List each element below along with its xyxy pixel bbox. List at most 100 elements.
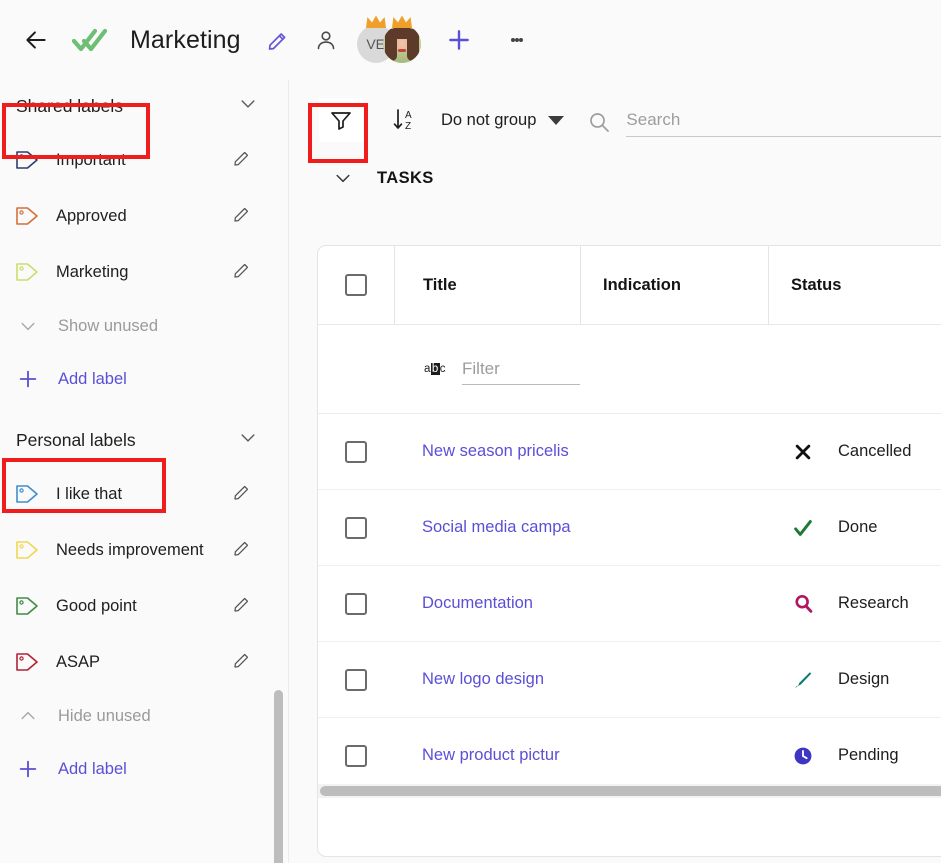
back-arrow-icon[interactable] <box>18 22 54 58</box>
edit-label-pencil-icon[interactable] <box>232 260 252 285</box>
show-unused-shared-toggle[interactable]: Show unused <box>0 300 288 352</box>
table-row[interactable]: Social media campa Done <box>318 490 941 566</box>
group-by-dropdown[interactable]: Do not group <box>441 111 565 130</box>
label-name: I like that <box>56 484 123 503</box>
hide-unused-personal-toggle[interactable]: Hide unused <box>0 690 288 742</box>
sort-az-button[interactable]: A Z <box>387 102 423 138</box>
search-box[interactable]: Search <box>584 104 941 137</box>
chevron-down-icon[interactable] <box>238 94 258 119</box>
label-name: Good point <box>56 596 137 615</box>
row-title-cell[interactable]: Social media campa <box>394 490 580 565</box>
avatar[interactable] <box>382 15 421 63</box>
row-indication-cell[interactable] <box>580 642 768 717</box>
column-header-status[interactable]: Status <box>768 246 941 324</box>
sidebar-item-marketing[interactable]: Marketing <box>0 244 288 300</box>
row-status-cell[interactable]: Done <box>768 490 941 565</box>
add-personal-label-button[interactable]: Add label <box>0 742 288 796</box>
table-horizontal-scrollbar[interactable] <box>318 784 941 798</box>
filter-button[interactable] <box>319 98 363 142</box>
label-name: Approved <box>56 206 127 225</box>
more-options-kebab-icon[interactable] <box>503 24 531 56</box>
row-checkbox[interactable] <box>345 516 367 539</box>
sidebar-vertical-scrollbar[interactable] <box>274 690 283 863</box>
search-input[interactable]: Search <box>626 104 941 137</box>
row-indication-cell[interactable] <box>580 414 768 489</box>
row-indication-cell[interactable] <box>580 718 768 793</box>
title-filter-input[interactable]: Filter <box>462 354 580 385</box>
row-checkbox[interactable] <box>345 592 367 615</box>
select-all-checkbox[interactable] <box>345 274 367 296</box>
tasks-toolbar: A Z Do not group Search <box>289 80 941 160</box>
select-all-cell[interactable] <box>318 246 394 324</box>
table-row[interactable]: New season pricelis Cancelled <box>318 414 941 490</box>
row-checkbox[interactable] <box>345 440 367 463</box>
row-indication-cell[interactable] <box>580 566 768 641</box>
table-row[interactable]: New product pictur Pending <box>318 718 941 794</box>
funnel-filter-icon <box>331 112 351 130</box>
table-row[interactable]: New logo design Design <box>318 642 941 718</box>
status-value: Research <box>838 594 909 612</box>
edit-label-pencil-icon[interactable] <box>232 204 252 229</box>
row-status-cell[interactable]: Design <box>768 642 941 717</box>
edit-label-pencil-icon[interactable] <box>232 148 252 173</box>
show-unused-label: Show unused <box>58 316 158 335</box>
edit-title-pencil-icon[interactable] <box>263 25 293 55</box>
table-header-row: Title Indication Status <box>318 246 941 325</box>
row-title-cell[interactable]: Documentation <box>394 566 580 641</box>
sidebar-item-important[interactable]: Important <box>0 132 288 188</box>
label-name: ASAP <box>56 652 101 671</box>
task-title-link[interactable]: Documentation <box>422 594 533 613</box>
edit-label-pencil-icon[interactable] <box>232 482 252 507</box>
task-title-link[interactable]: Social media campa <box>422 518 571 537</box>
column-header-title[interactable]: Title <box>394 246 580 324</box>
person-icon[interactable] <box>311 25 341 55</box>
row-select-cell[interactable] <box>318 566 394 641</box>
search-icon <box>790 591 816 617</box>
row-title-cell[interactable]: New season pricelis <box>394 414 580 489</box>
sidebar-section-personal-labels[interactable]: Personal labels <box>0 414 288 466</box>
add-member-plus-icon[interactable] <box>443 24 475 56</box>
label-tag-icon <box>12 591 42 621</box>
tasks-table: Title Indication Status abc Filter New s… <box>317 245 941 857</box>
title-filter-cell[interactable]: abc Filter <box>394 325 580 413</box>
status-filter-cell[interactable] <box>768 325 941 413</box>
edit-label-pencil-icon[interactable] <box>232 594 252 619</box>
row-select-cell[interactable] <box>318 490 394 565</box>
sidebar-item-approved[interactable]: Approved <box>0 188 288 244</box>
row-select-cell[interactable] <box>318 718 394 793</box>
table-row[interactable]: Documentation Research <box>318 566 941 642</box>
row-status-cell[interactable]: Research <box>768 566 941 641</box>
column-header-indication[interactable]: Indication <box>580 246 768 324</box>
sidebar-item-needs-improvement[interactable]: Needs improvement <box>0 522 288 578</box>
check-icon <box>790 515 816 541</box>
sidebar-item-asap[interactable]: ASAP <box>0 634 288 690</box>
row-title-cell[interactable]: New product pictur <box>394 718 580 793</box>
task-title-link[interactable]: New product pictur <box>422 746 560 765</box>
row-indication-cell[interactable] <box>580 490 768 565</box>
tasks-section-header[interactable]: TASKS <box>289 168 434 188</box>
page-title: Marketing <box>130 25 241 54</box>
chevron-down-icon[interactable] <box>331 168 355 188</box>
edit-label-pencil-icon[interactable] <box>232 650 252 675</box>
row-checkbox[interactable] <box>345 668 367 691</box>
cross-icon <box>790 439 816 465</box>
sidebar-item-good-point[interactable]: Good point <box>0 578 288 634</box>
row-title-cell[interactable]: New logo design <box>394 642 580 717</box>
row-checkbox[interactable] <box>345 744 367 767</box>
task-title-link[interactable]: New season pricelis <box>422 442 569 461</box>
sidebar-item-i-like-that[interactable]: I like that <box>0 466 288 522</box>
row-select-cell[interactable] <box>318 414 394 489</box>
label-name: Needs improvement <box>56 540 204 559</box>
row-status-cell[interactable]: Pending <box>768 718 941 793</box>
chevron-down-icon[interactable] <box>238 428 258 453</box>
scrollbar-thumb[interactable] <box>320 786 941 796</box>
member-avatars[interactable]: VE <box>356 15 429 63</box>
sidebar-section-shared-labels[interactable]: Shared labels <box>0 80 288 132</box>
row-status-cell[interactable]: Cancelled <box>768 414 941 489</box>
task-title-link[interactable]: New logo design <box>422 670 544 689</box>
add-shared-label-button[interactable]: Add label <box>0 352 288 406</box>
row-select-cell[interactable] <box>318 642 394 717</box>
indication-filter-cell[interactable] <box>580 325 768 413</box>
label-tag-icon <box>12 535 42 565</box>
edit-label-pencil-icon[interactable] <box>232 538 252 563</box>
